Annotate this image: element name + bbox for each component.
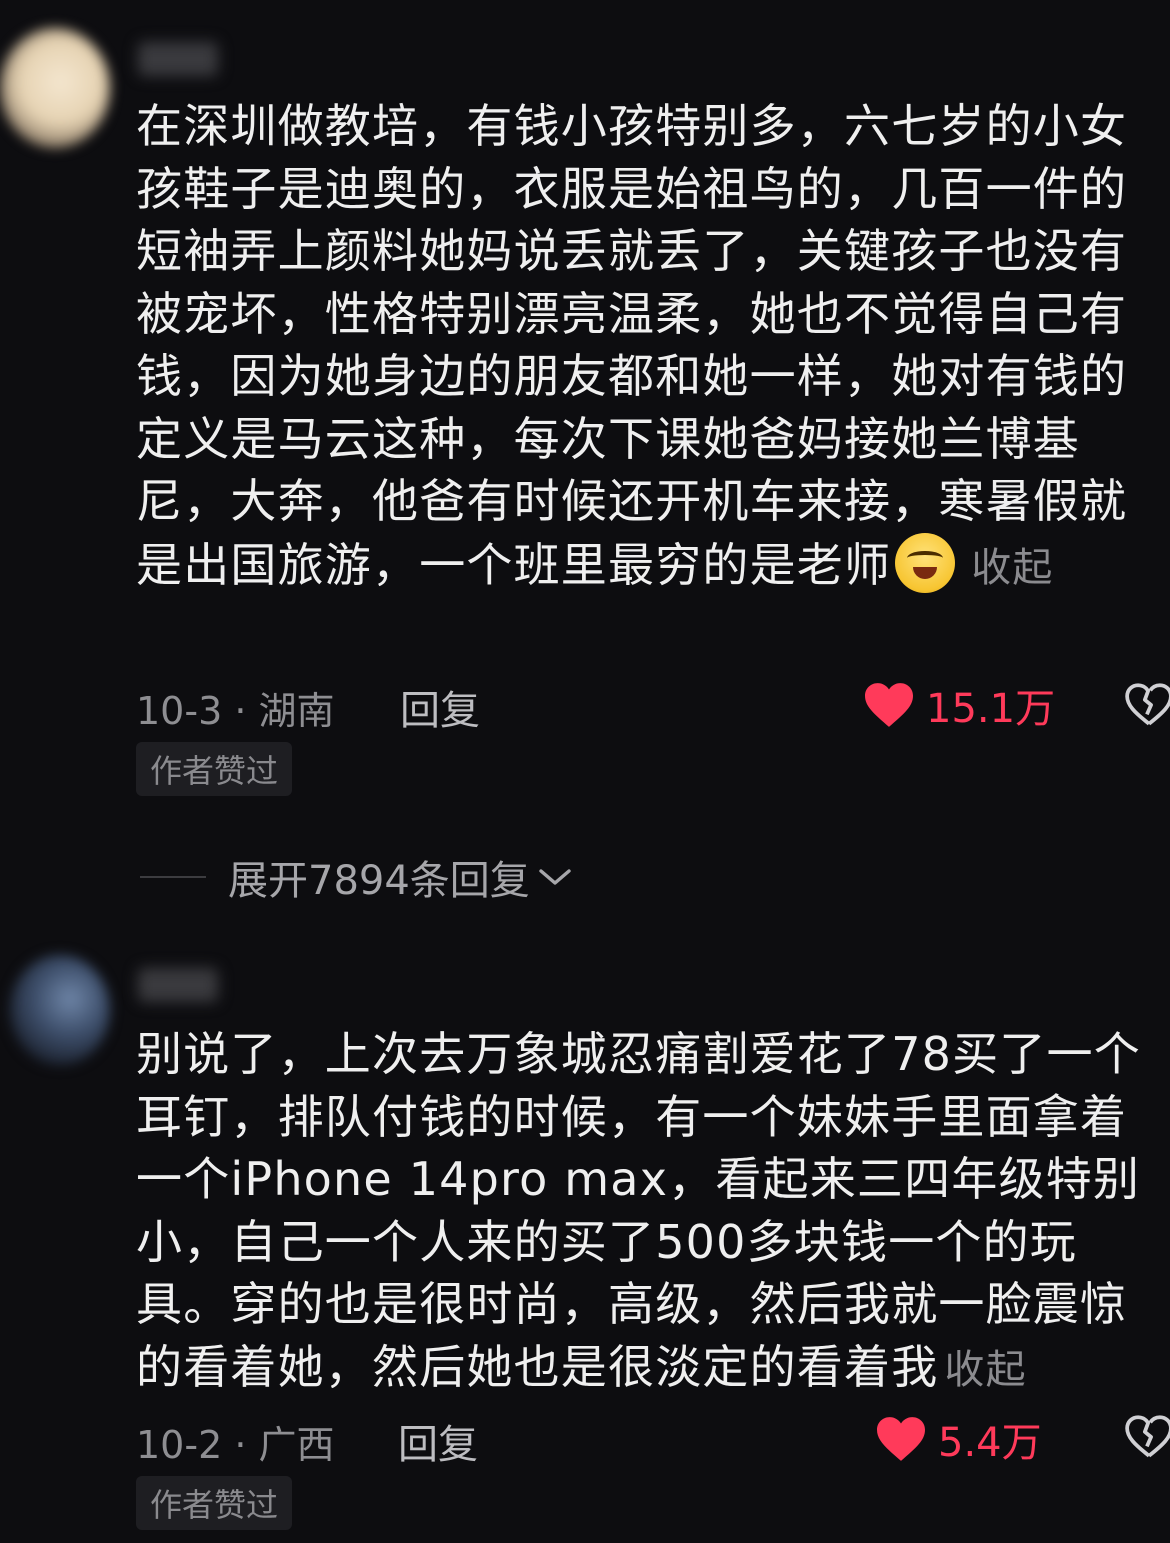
- reply-button[interactable]: 回复: [398, 1412, 478, 1470]
- heart-icon: [865, 683, 913, 727]
- like-count: 5.4万: [938, 1420, 1042, 1466]
- reply-button[interactable]: 回复: [400, 678, 480, 736]
- comment-text: 别说了，上次去万象城忍痛割爱花了78买了一个耳钉，排队付钱的时候，有一个妹妹手里…: [136, 1023, 1146, 1401]
- username-blurred[interactable]: [138, 42, 218, 76]
- author-liked-badge: 作者赞过: [136, 1476, 293, 1530]
- collapse-link[interactable]: 收起: [971, 545, 1053, 591]
- comment-body: 在深圳做教培，有钱小孩特别多，六七岁的小女孩鞋子是迪奥的，衣服是始祖鸟的，几百一…: [136, 99, 1128, 592]
- broken-heart-icon[interactable]: [1124, 1414, 1170, 1460]
- author-liked-badge: 作者赞过: [136, 742, 293, 796]
- like-count: 15.1万: [926, 686, 1056, 732]
- comment-text: 在深圳做教培，有钱小孩特别多，六七岁的小女孩鞋子是迪奥的，衣服是始祖鸟的，几百一…: [136, 95, 1136, 599]
- like-button[interactable]: 5.4万: [874, 1410, 1042, 1468]
- heart-icon: [877, 1417, 925, 1461]
- expand-replies-label: 展开7894条回复: [228, 858, 530, 904]
- date-location: 10-3 · 湖南: [136, 689, 335, 733]
- crying-laughing-emoji-icon: [895, 532, 956, 593]
- avatar[interactable]: [10, 955, 110, 1065]
- collapse-link[interactable]: 收起: [944, 1347, 1026, 1393]
- expand-replies-button[interactable]: 展开7894条回复: [140, 848, 572, 906]
- divider-line: [140, 876, 206, 878]
- date-location: 10-2 · 广西: [136, 1423, 335, 1467]
- broken-heart-icon[interactable]: [1124, 682, 1170, 728]
- avatar[interactable]: [0, 28, 110, 148]
- comment-body: 别说了，上次去万象城忍痛割爱花了78买了一个耳钉，排队付钱的时候，有一个妹妹手里…: [136, 1027, 1141, 1394]
- like-button[interactable]: 15.1万: [862, 676, 1055, 734]
- username-blurred[interactable]: [138, 968, 218, 1002]
- chevron-down-icon: [539, 869, 571, 885]
